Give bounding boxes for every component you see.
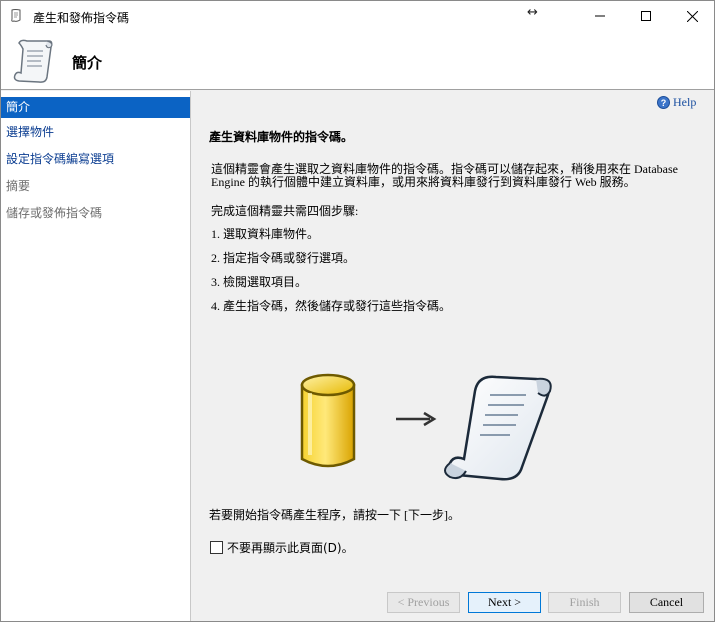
- step-item: 3. 檢閱選取項目。: [211, 275, 308, 289]
- step-item: 4. 產生指令碼，然後儲存或發行這些指令碼。: [211, 299, 452, 313]
- resize-icon: ↔: [527, 5, 538, 20]
- start-hint: 若要開始指令碼產生程序，請按一下 [下一步]。: [209, 508, 460, 522]
- steps-intro: 完成這個精靈共需四個步驟:: [211, 204, 359, 218]
- maximize-icon: [641, 11, 651, 21]
- help-label: Help: [673, 95, 697, 109]
- script-scroll-icon: [13, 39, 53, 83]
- window-title: 產生和發佈指令碼: [33, 11, 130, 25]
- dont-show-again-row[interactable]: 不要再顯示此頁面(D)。: [210, 539, 354, 556]
- minimize-button[interactable]: [577, 1, 623, 31]
- sidebar-item-summary: 摘要: [6, 179, 31, 193]
- cancel-button[interactable]: Cancel: [629, 592, 704, 613]
- help-link[interactable]: ? Help: [657, 95, 696, 110]
- close-button[interactable]: [669, 1, 714, 31]
- step-item: 1. 選取資料庫物件。: [211, 227, 320, 241]
- wizard-window: 產生和發佈指令碼 ↔ 簡介 簡介 選擇物件 設定指令碼編寫選項 摘要 儲存或發佈…: [0, 0, 715, 622]
- dont-show-again-label: 不要再顯示此頁面(D)。: [227, 541, 354, 555]
- previous-button: < Previous: [387, 592, 460, 613]
- wizard-illustration: [300, 373, 552, 481]
- wizard-header: 簡介: [1, 31, 714, 90]
- intro-text-line-2: Engine 的執行個體中建立資料庫，或用來將資料庫發行到資料庫發行 Web 服…: [211, 175, 636, 189]
- dont-show-again-checkbox[interactable]: [210, 541, 223, 554]
- page-title: 簡介: [72, 54, 103, 72]
- wizard-sidebar: 簡介 選擇物件 設定指令碼編寫選項 摘要 儲存或發佈指令碼: [1, 91, 191, 621]
- help-icon: ?: [657, 96, 670, 109]
- sidebar-item-introduction[interactable]: 簡介: [1, 97, 190, 118]
- maximize-button[interactable]: [623, 1, 669, 31]
- finish-button: Finish: [548, 592, 621, 613]
- database-icon: [300, 373, 356, 468]
- minimize-icon: [595, 15, 605, 17]
- step-item: 2. 指定指令碼或發行選項。: [211, 251, 356, 265]
- sidebar-item-scripting-options[interactable]: 設定指令碼編寫選項: [1, 149, 190, 170]
- wizard-content: ? Help 產生資料庫物件的指令碼。 這個精靈會產生選取之資料庫物件的指令碼。…: [192, 91, 714, 621]
- next-button[interactable]: Next >: [468, 592, 541, 613]
- sidebar-item-save-or-publish: 儲存或發佈指令碼: [6, 206, 103, 220]
- close-icon: [686, 10, 698, 22]
- title-bar[interactable]: 產生和發佈指令碼 ↔: [1, 1, 714, 31]
- sidebar-item-choose-objects[interactable]: 選擇物件: [1, 122, 190, 143]
- content-heading: 產生資料庫物件的指令碼。: [209, 130, 354, 144]
- arrow-right-icon: [396, 411, 437, 427]
- script-scroll-icon: [444, 375, 552, 481]
- script-scroll-icon: [11, 9, 21, 22]
